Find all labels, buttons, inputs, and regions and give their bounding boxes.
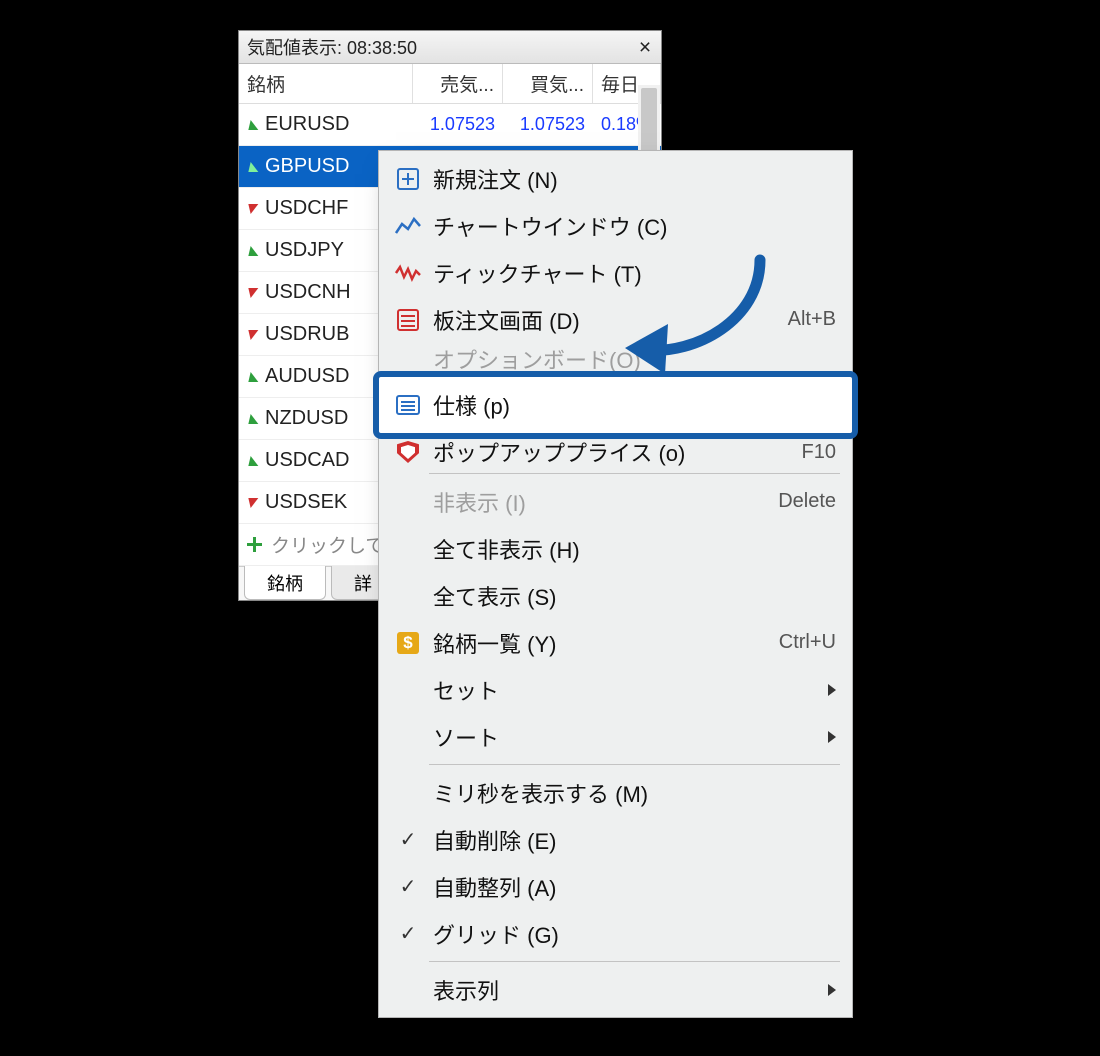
sym: USDRUB <box>265 323 349 346</box>
check-icon: ✓ <box>393 921 423 946</box>
col-ask[interactable]: 買気... <box>503 64 593 103</box>
menu-hide-all[interactable]: 全て非表示 (H) <box>381 525 850 572</box>
check-icon: ✓ <box>393 827 423 852</box>
menu-show-millis[interactable]: ミリ秒を表示する (M) <box>381 769 850 816</box>
bid: 1.07523 <box>413 114 503 135</box>
arrow-up-icon <box>246 414 259 424</box>
menu-new-order[interactable]: 新規注文 (N) <box>381 155 850 202</box>
menu-popup-prices[interactable]: ポップアッププライス (o) F10 <box>381 435 850 469</box>
menu-chart-window[interactable]: チャートウインドウ (C) <box>381 202 850 249</box>
separator <box>429 764 840 765</box>
menu-auto-arrange[interactable]: ✓ 自動整列 (A) <box>381 863 850 910</box>
col-bid[interactable]: 売気... <box>413 64 503 103</box>
sym: GBPUSD <box>265 155 349 178</box>
dom-icon <box>393 309 423 331</box>
chevron-right-icon <box>828 684 836 696</box>
arrow-up-icon <box>246 372 259 382</box>
ask: 1.07523 <box>503 114 593 135</box>
tab-symbols[interactable]: 銘柄 <box>244 566 326 600</box>
separator <box>429 961 840 962</box>
menu-columns[interactable]: 表示列 <box>381 966 850 1013</box>
tick-chart-icon <box>393 263 423 283</box>
scrollbar-thumb[interactable] <box>641 88 657 158</box>
sym: USDCAD <box>265 449 349 472</box>
sym: USDJPY <box>265 239 344 262</box>
spec-icon <box>393 395 423 415</box>
sym: USDCNH <box>265 281 351 304</box>
add-label: クリックして <box>271 531 384 558</box>
plus-icon <box>247 537 263 553</box>
sym: USDCHF <box>265 197 348 220</box>
chevron-right-icon <box>828 984 836 996</box>
menu-show-all[interactable]: 全て表示 (S) <box>381 572 850 619</box>
col-symbol[interactable]: 銘柄 <box>239 64 413 103</box>
context-menu: 新規注文 (N) チャートウインドウ (C) ティックチャート (T) 板注文画… <box>378 150 853 1018</box>
sym: AUDUSD <box>265 365 349 388</box>
title-text: 気配値表示: 08:38:50 <box>247 34 417 60</box>
dollar-icon: $ <box>393 632 423 654</box>
arrow-down-icon <box>246 330 259 340</box>
plus-box-icon <box>393 168 423 190</box>
column-headers: 銘柄 売気... 買気... 毎日... <box>239 64 661 104</box>
sym: USDSEK <box>265 491 347 514</box>
arrow-down-icon <box>246 498 259 508</box>
close-icon[interactable]: × <box>635 37 655 58</box>
chart-icon <box>393 217 423 235</box>
arrow-up-icon <box>246 456 259 466</box>
menu-auto-delete[interactable]: ✓ 自動削除 (E) <box>381 816 850 863</box>
titlebar: 気配値表示: 08:38:50 × <box>239 31 661 64</box>
menu-set[interactable]: セット <box>381 666 850 713</box>
menu-symbols[interactable]: $ 銘柄一覧 (Y) Ctrl+U <box>381 619 850 666</box>
menu-grid[interactable]: ✓ グリッド (G) <box>381 910 850 957</box>
menu-hide: 非表示 (I) Delete <box>381 478 850 525</box>
arrow-down-icon <box>246 288 259 298</box>
menu-depth-of-market[interactable]: 板注文画面 (D) Alt+B <box>381 296 850 343</box>
sym: EURUSD <box>265 113 349 136</box>
arrow-up-icon <box>246 162 259 172</box>
arrow-down-icon <box>246 204 259 214</box>
chevron-right-icon <box>828 731 836 743</box>
menu-sort[interactable]: ソート <box>381 713 850 760</box>
menu-specification[interactable]: 仕様 (p) <box>381 375 850 435</box>
separator <box>429 473 840 474</box>
shield-icon <box>393 441 423 463</box>
arrow-up-icon <box>246 120 259 130</box>
symbol-row[interactable]: EURUSD 1.07523 1.07523 0.18% <box>239 104 661 146</box>
arrow-up-icon <box>246 246 259 256</box>
menu-tick-chart[interactable]: ティックチャート (T) <box>381 249 850 296</box>
sym: NZDUSD <box>265 407 348 430</box>
check-icon: ✓ <box>393 874 423 899</box>
